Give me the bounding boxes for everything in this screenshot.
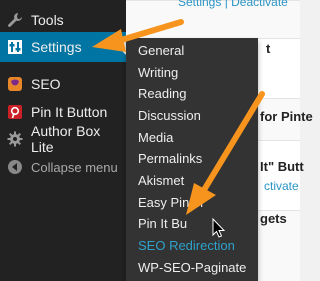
submenu-item-pin-it-button[interactable]: Pin It Bu xyxy=(138,216,187,232)
sidebar-item-tools[interactable]: Tools xyxy=(0,5,126,35)
submenu-item-reading[interactable]: Reading xyxy=(138,86,186,102)
seo-icon xyxy=(5,74,25,94)
sidebar-item-label: SEO xyxy=(31,76,61,92)
submenu-item-writing[interactable]: Writing xyxy=(138,65,178,81)
wrench-icon xyxy=(5,10,25,30)
collapse-menu-button[interactable]: Collapse menu xyxy=(0,152,126,182)
pinterest-icon xyxy=(5,102,25,122)
settings-icon xyxy=(5,37,25,57)
sidebar-item-seo[interactable]: SEO xyxy=(0,69,126,99)
submenu-item-seo-redirection[interactable]: SEO Redirection xyxy=(138,238,235,254)
collapse-icon xyxy=(5,157,25,177)
sidebar-item-label: Settings xyxy=(31,39,82,55)
admin-sidebar: Tools Settings SEO Pin It Button Author … xyxy=(0,0,126,281)
plugin-action-links[interactable]: Settings | Deactivate xyxy=(178,0,288,9)
gear-icon xyxy=(5,129,25,149)
sidebar-item-label: Pin It Button xyxy=(31,104,108,120)
submenu-item-media[interactable]: Media xyxy=(138,130,173,146)
submenu-item-akismet[interactable]: Akismet xyxy=(138,173,184,189)
activate-link[interactable]: ctivate xyxy=(264,179,299,193)
sidebar-item-settings[interactable]: Settings xyxy=(0,32,126,62)
sidebar-item-label: Author Box Lite xyxy=(31,123,101,155)
plugin-name: It" Butt xyxy=(260,159,304,174)
collapse-menu-label: Collapse menu xyxy=(31,159,118,175)
plugin-row: Settings | Deactivate xyxy=(126,0,300,38)
submenu-item-general[interactable]: General xyxy=(138,43,184,59)
submenu-item-wp-seo-paginate[interactable]: WP-SEO-Paginate xyxy=(138,260,246,276)
settings-submenu: General Writing Reading Discussion Media… xyxy=(126,38,258,281)
plugin-name: t xyxy=(266,41,271,56)
plugin-name: for Pinte xyxy=(260,109,313,124)
sidebar-item-author-box-lite[interactable]: Author Box Lite xyxy=(0,123,126,155)
submenu-item-easy-pinterest[interactable]: Easy Pinter xyxy=(138,195,204,211)
sidebar-item-label: Tools xyxy=(31,12,64,28)
submenu-item-discussion[interactable]: Discussion xyxy=(138,108,201,124)
submenu-item-permalinks[interactable]: Permalinks xyxy=(138,151,202,167)
plugin-name: gets xyxy=(260,211,287,226)
